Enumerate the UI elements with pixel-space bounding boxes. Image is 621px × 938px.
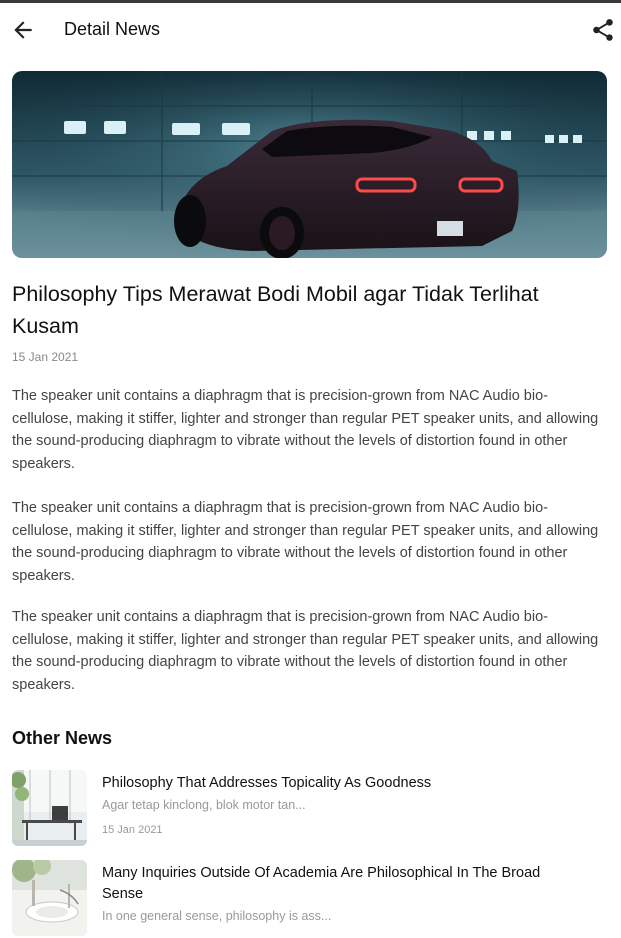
news-item-title: Philosophy That Addresses Topicality As … [102,775,432,791]
news-thumbnail [12,860,87,936]
article-paragraph: The speaker unit contains a diaphragm th… [12,609,599,693]
news-list-item[interactable]: Philosophy That Addresses Topicality As … [12,770,612,846]
app-bar: Detail News [0,3,621,57]
news-item-description: Agar tetap kinclong, blok motor tan... [102,798,306,812]
news-item-date: 15 Jan 2021 [102,824,163,836]
share-icon [593,19,613,41]
news-list-item[interactable]: Many Inquiries Outside Of Academia Are P… [12,860,612,936]
news-thumbnail [12,770,87,846]
article-headline: Philosophy Tips Merawat Bodi Mobil agar … [12,282,539,338]
news-item-title: Many Inquiries Outside Of Academia Are P… [102,865,541,902]
arrow-left-icon [14,21,32,39]
article-date: 15 Jan 2021 [12,350,79,364]
page-title: Detail News [64,19,161,39]
article-paragraph: The speaker unit contains a diaphragm th… [12,500,599,584]
news-item-description: In one general sense, philosophy is ass.… [102,909,332,923]
share-button[interactable] [590,17,616,43]
other-news-title: Other News [12,728,113,748]
back-button[interactable] [10,17,36,43]
article-paragraph: The speaker unit contains a diaphragm th… [12,388,599,472]
article-hero-image [12,71,607,258]
